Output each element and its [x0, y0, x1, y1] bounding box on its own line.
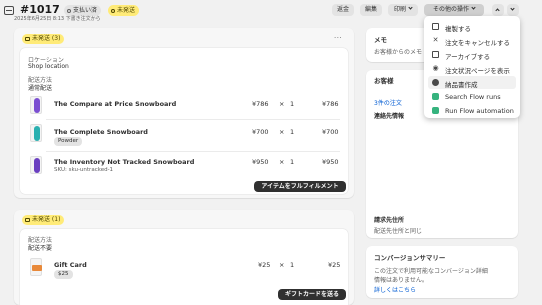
contact-info-title: 連絡先情報: [374, 113, 405, 120]
duplicate-icon: [432, 23, 439, 30]
unit-price: ¥25: [258, 261, 271, 269]
notes-title: メモ: [374, 36, 387, 44]
unfulfilled-badge: 未発送 (3): [22, 34, 65, 44]
times-sign: ×: [279, 158, 285, 166]
chevron-down-icon: [510, 6, 515, 11]
send-gift-card-button[interactable]: ギフトカードを送る: [278, 289, 346, 300]
variant-tag: $25: [54, 270, 73, 279]
line-total: ¥786: [322, 100, 339, 108]
product-name-link[interactable]: Gift Card: [54, 261, 87, 269]
menu-item-create-packing-slip[interactable]: 納品書作成: [428, 76, 516, 89]
menu-item-search-flow-runs[interactable]: Search Flow runs: [428, 90, 516, 103]
chevron-up-icon: [495, 8, 500, 13]
delivery-method-value: 配送不要: [28, 245, 53, 252]
menu-item-view-status-page[interactable]: ◉ 注文状況ページを表示: [428, 62, 516, 76]
order-icon: [4, 6, 14, 15]
location-value: Shop location: [28, 63, 69, 70]
quantity: 1: [290, 158, 295, 166]
conversion-title: コンバージョンサマリー: [374, 254, 446, 262]
unit-price: ¥786: [252, 100, 269, 108]
next-order-button[interactable]: [507, 4, 519, 16]
unit-price: ¥950: [252, 158, 269, 166]
line-total: ¥700: [322, 128, 339, 136]
product-sku: SKU: sku-untracked-1: [54, 167, 114, 173]
quantity: 1: [290, 128, 295, 136]
times-sign: ×: [279, 100, 285, 108]
line-total: ¥25: [328, 261, 341, 269]
times-sign: ×: [279, 261, 285, 269]
billing-address-text: 配送先住所と同じ: [374, 228, 423, 235]
flow-app-icon: [432, 107, 439, 114]
order-date: 2025年6月25日 8:13 下書き注文から: [14, 16, 101, 22]
customer-orders-link[interactable]: 3件の注文: [374, 98, 402, 107]
menu-item-cancel-order[interactable]: ✕ 注文をキャンセルする: [428, 34, 516, 48]
more-actions-menu: 複製する ✕ 注文をキャンセルする アーカイブする ◉ 注文状況ページを表示 納…: [424, 16, 520, 118]
delivery-method-value: 通常配送: [28, 85, 53, 92]
row-divider: [46, 151, 340, 152]
fulfillment-details: ロケーション Shop location 配送方法 通常配送 The Compa…: [20, 48, 348, 194]
package-icon: [432, 79, 439, 86]
more-actions-button[interactable]: その他の操作: [424, 4, 484, 16]
package-icon: [25, 36, 30, 41]
menu-item-run-flow-automation[interactable]: Run Flow automation: [428, 104, 516, 117]
unfulfilled-badge: 未発送 (1): [22, 215, 65, 225]
row-divider: [46, 119, 340, 120]
menu-item-archive[interactable]: アーカイブする: [428, 48, 516, 61]
conversion-summary-card: コンバージョンサマリー この注文で利用可能なコンバージョン詳細 情報はありません…: [366, 246, 518, 298]
package-icon: [25, 217, 30, 222]
previous-order-button[interactable]: [492, 4, 504, 16]
product-thumbnail: [30, 96, 42, 114]
archive-icon: [432, 51, 439, 58]
edit-button[interactable]: 編集: [360, 4, 382, 16]
unfulfilled-card-1: 未発送 (3) ··· ロケーション Shop location 配送方法 通常…: [14, 28, 354, 198]
product-thumbnail: [30, 156, 42, 174]
notes-text: お客様からのメモ: [374, 49, 423, 56]
close-icon: ✕: [432, 36, 439, 44]
customer-title: お客様: [374, 77, 394, 85]
variant-tag: Powder: [54, 137, 83, 146]
refund-button[interactable]: 返金: [332, 4, 354, 16]
quantity: 1: [290, 100, 295, 108]
product-name-link[interactable]: The Compare at Price Snowboard: [54, 100, 176, 108]
fulfillment-status-badge: 未発送: [108, 5, 140, 16]
product-thumbnail: [30, 124, 42, 142]
fulfill-items-button[interactable]: アイテムをフルフィルメント: [254, 181, 346, 192]
product-name-link[interactable]: The Complete Snowboard: [54, 128, 148, 136]
times-sign: ×: [279, 128, 285, 136]
chevron-down-icon: [408, 5, 413, 10]
more-options-icon[interactable]: ···: [334, 34, 342, 42]
conversion-text-line1: この注文で利用可能なコンバージョン詳細: [374, 268, 488, 275]
menu-item-duplicate[interactable]: 複製する: [428, 20, 516, 33]
unfulfilled-card-2: 未発送 (1) 配送方法 配送不要 Gift Card $25 ¥25 × 1 …: [14, 210, 354, 305]
fulfillment-details: 配送方法 配送不要 Gift Card $25 ¥25 × 1 ¥25 ギフトカ…: [20, 229, 348, 305]
unit-price: ¥700: [252, 128, 269, 136]
print-button[interactable]: 印刷: [388, 4, 418, 16]
eye-icon: ◉: [432, 64, 439, 72]
conversion-text-line2: 情報はありません。: [374, 277, 428, 284]
billing-address-title: 請求先住所: [374, 217, 405, 224]
flow-app-icon: [432, 93, 439, 100]
line-total: ¥950: [322, 158, 339, 166]
gift-card-thumbnail: [30, 258, 42, 276]
learn-more-link[interactable]: 詳しくはこちら: [374, 285, 416, 294]
quantity: 1: [290, 261, 295, 269]
chevron-down-icon: [471, 5, 476, 10]
product-name-link[interactable]: The Inventory Not Tracked Snowboard: [54, 158, 194, 166]
